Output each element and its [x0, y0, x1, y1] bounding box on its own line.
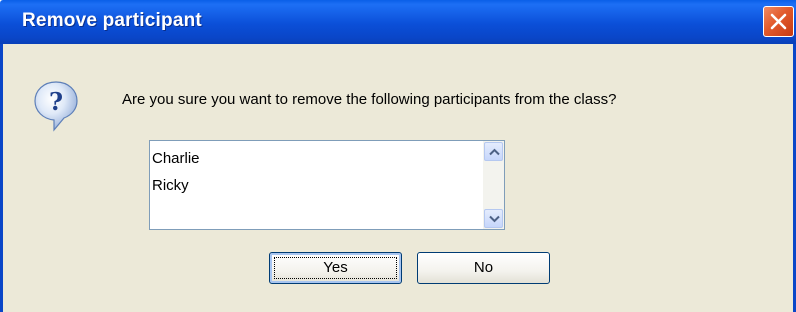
- scroll-up-button[interactable]: [484, 142, 503, 161]
- title-bar[interactable]: Remove participant: [0, 0, 796, 44]
- dialog-window: Remove participant ? Are you sure you wa…: [0, 0, 796, 312]
- confirmation-message: Are you sure you want to remove the foll…: [122, 91, 617, 108]
- no-button-label: No: [473, 259, 494, 276]
- focus-ring: [274, 257, 397, 279]
- vertical-scrollbar[interactable]: [483, 141, 504, 229]
- dialog-body: ? Are you sure you want to remove the fo…: [0, 44, 796, 312]
- chevron-down-icon: [489, 215, 500, 223]
- svg-text:?: ?: [49, 87, 63, 116]
- close-button[interactable]: [763, 6, 794, 37]
- no-button[interactable]: No: [417, 252, 550, 284]
- participants-listbox[interactable]: Charlie Ricky: [149, 140, 505, 230]
- chevron-up-icon: [489, 148, 500, 156]
- window-title: Remove participant: [22, 10, 202, 31]
- yes-button[interactable]: Yes: [269, 252, 402, 284]
- question-icon: ?: [34, 81, 78, 132]
- close-x-icon: [770, 13, 787, 30]
- scroll-down-button[interactable]: [484, 209, 503, 228]
- participants-list: Charlie Ricky: [152, 145, 200, 199]
- list-item[interactable]: Charlie: [152, 145, 200, 172]
- list-item[interactable]: Ricky: [152, 172, 200, 199]
